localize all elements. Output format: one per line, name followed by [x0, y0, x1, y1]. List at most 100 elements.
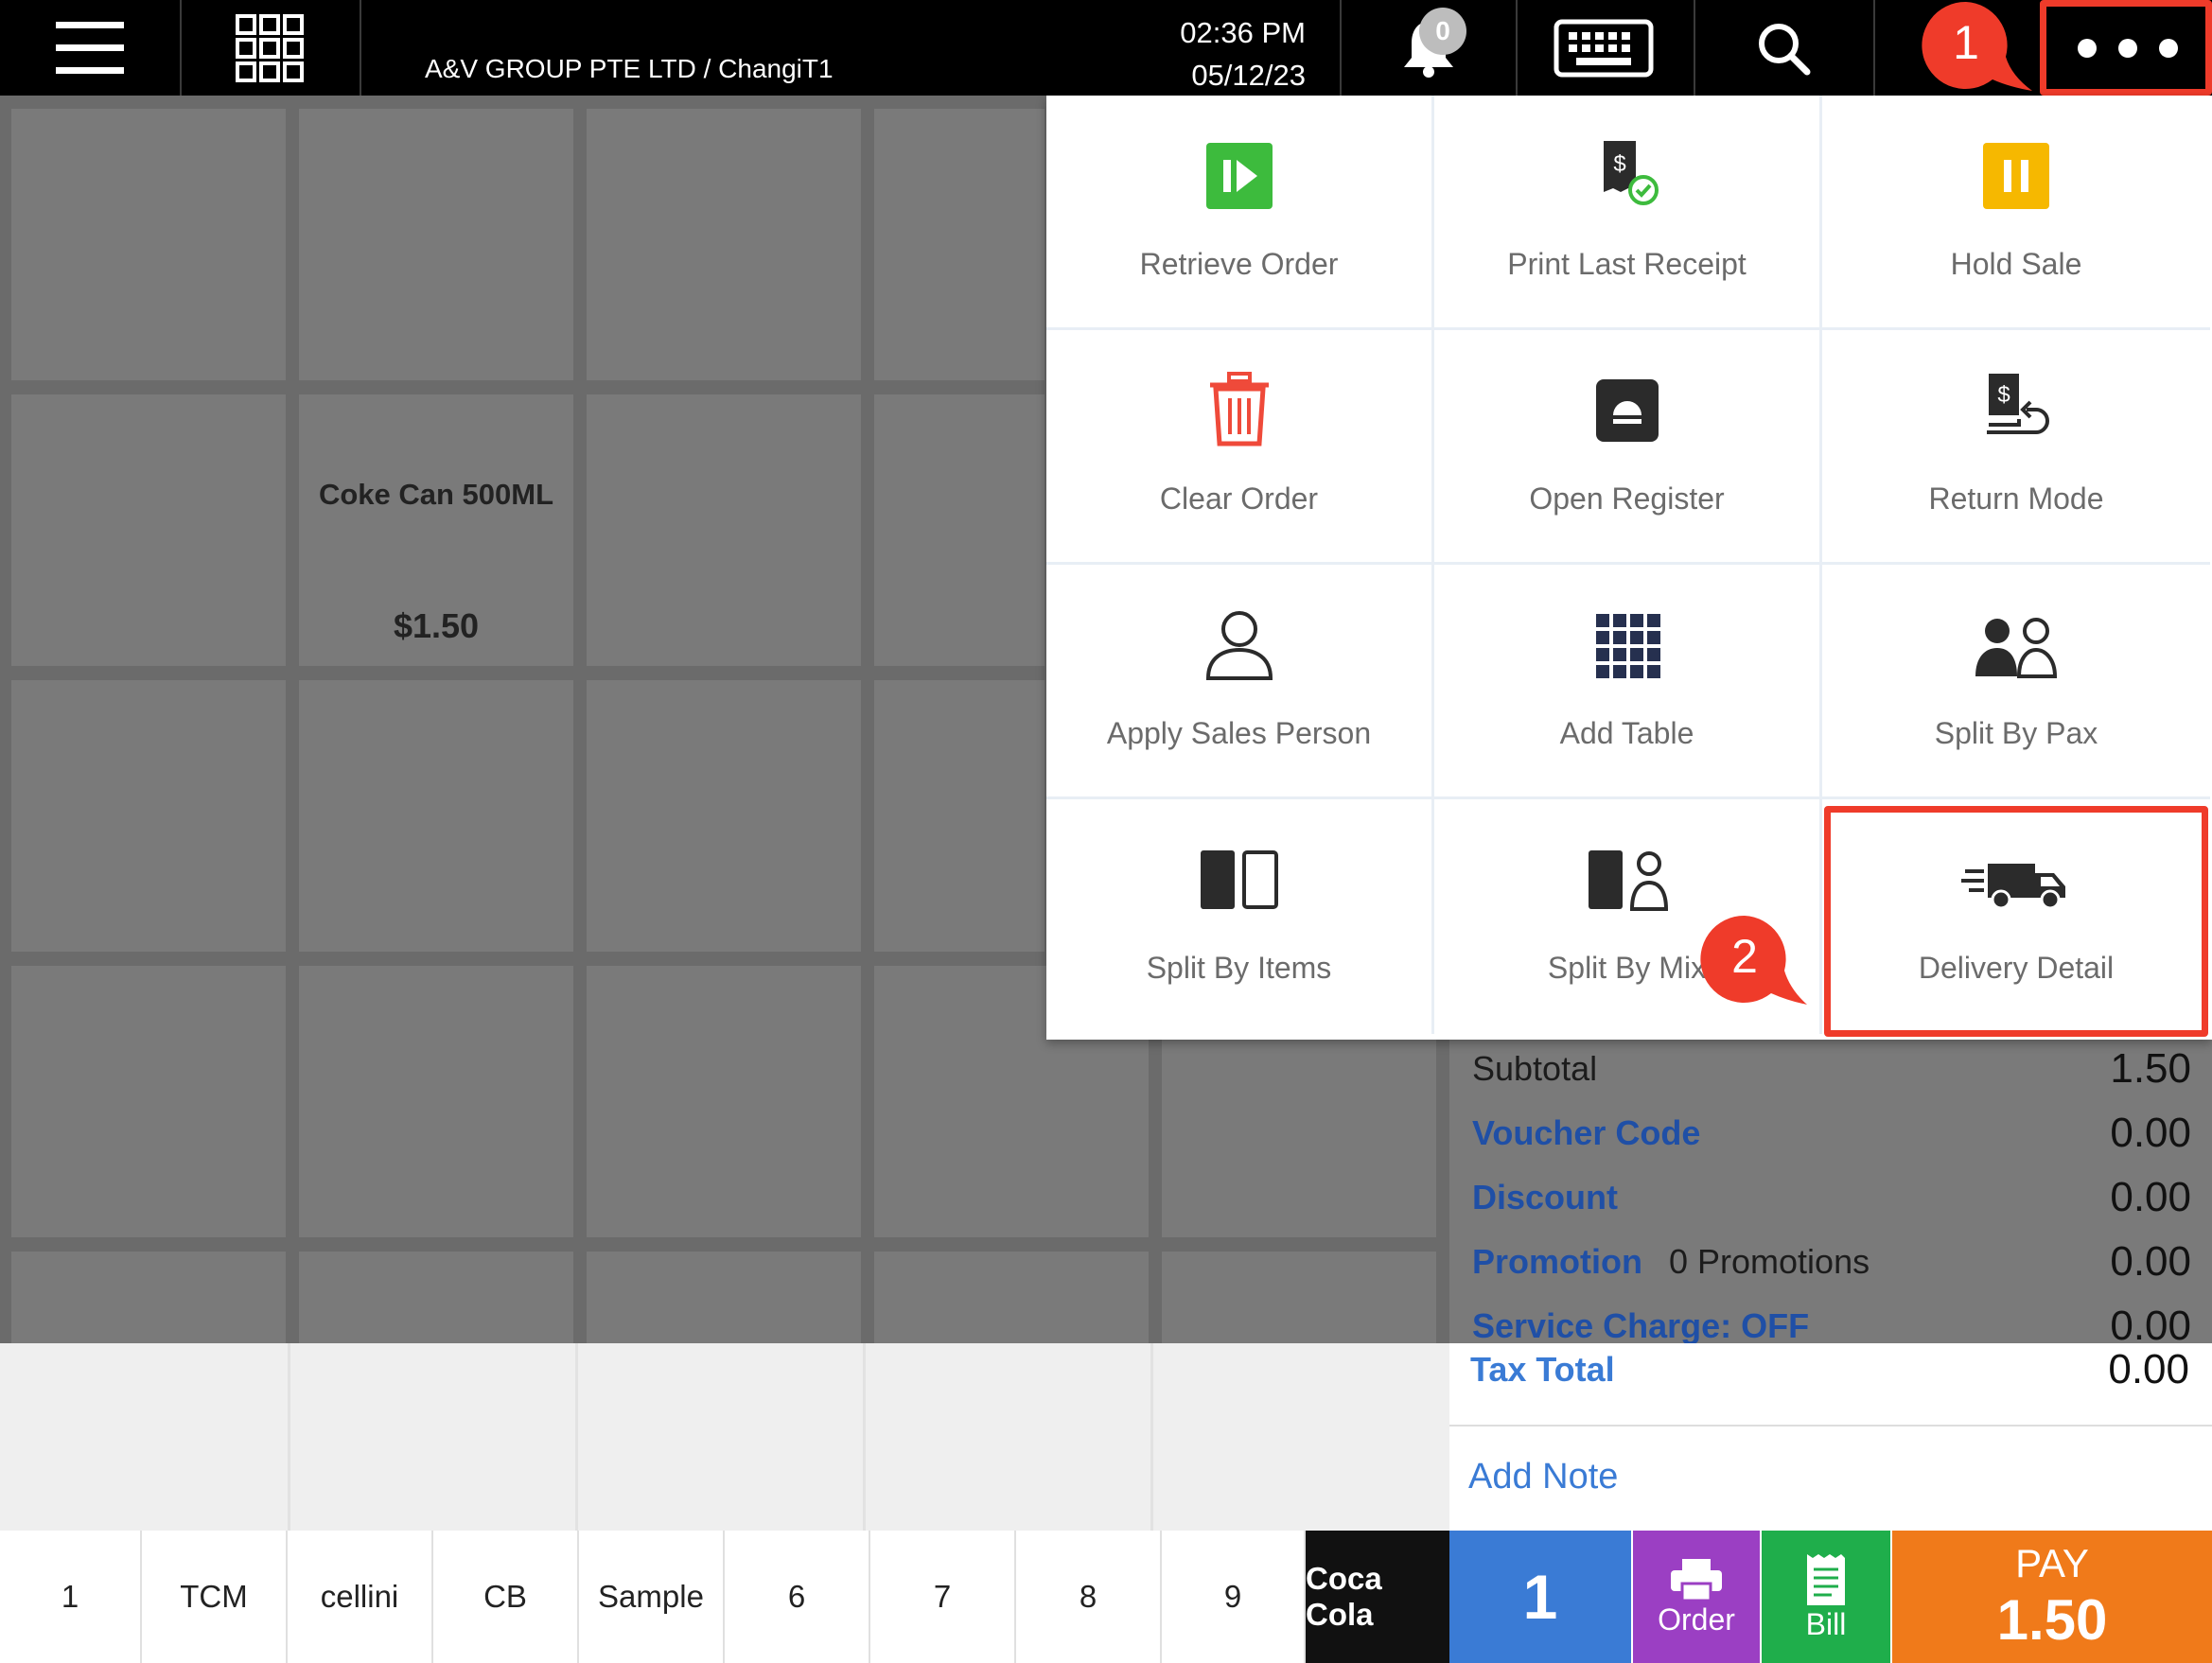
tax-note-panel: Tax Total 0.00 [1449, 1343, 2212, 1531]
subtotal-value: 1.50 [2110, 1045, 2191, 1092]
category-tab[interactable]: 6 [725, 1531, 870, 1663]
product-tile[interactable] [587, 966, 861, 1237]
promotion-count: 0 Promotions [1669, 1242, 1870, 1281]
hamburger-menu-button[interactable] [0, 0, 182, 96]
product-price: $1.50 [393, 606, 480, 645]
menu-item-apply-sales-person[interactable]: Apply Sales Person [1046, 565, 1434, 799]
product-tile[interactable] [874, 680, 1045, 952]
product-tile[interactable] [299, 966, 573, 1237]
menu-label: Print Last Receipt [1507, 247, 1747, 281]
menu-item-return-mode[interactable]: $ Return Mode [1822, 330, 2210, 565]
discount-row: Discount 0.00 [1472, 1171, 2191, 1224]
tax-total-link[interactable]: Tax Total [1470, 1350, 1615, 1390]
category-tab[interactable]: 9 [1162, 1531, 1306, 1663]
product-tile[interactable] [587, 394, 861, 666]
add-note-link[interactable]: Add Note [1468, 1457, 1618, 1497]
keyboard-button[interactable] [1514, 0, 1695, 96]
product-tile[interactable] [11, 680, 286, 952]
menu-label: Return Mode [1928, 481, 2104, 516]
service-charge-link[interactable]: Service Charge: OFF [1472, 1306, 1809, 1346]
register-icon [1595, 379, 1659, 442]
annotation-box-more [2040, 0, 2212, 96]
order-label: Order [1658, 1602, 1735, 1637]
keyboard-icon [1554, 19, 1654, 77]
datetime: 02:36 PM 05/12/23 [1135, 11, 1306, 96]
subtotal-row: Subtotal 1.50 [1472, 1042, 2191, 1095]
annotation-box-delivery [1824, 806, 2208, 1037]
order-button[interactable]: Order [1633, 1531, 1762, 1663]
menu-item-clear-order[interactable]: Clear Order [1046, 330, 1434, 565]
promotion-row: Promotion 0 Promotions 0.00 [1472, 1235, 2191, 1288]
top-bar: A&V GROUP PTE LTD / ChangiT1 02:36 PM 05… [0, 0, 2212, 96]
svg-text:$: $ [1613, 151, 1625, 177]
product-tile[interactable] [299, 1252, 573, 1346]
bill-button[interactable]: Bill [1762, 1531, 1892, 1663]
promotion-link[interactable]: Promotion [1472, 1242, 1642, 1281]
subtotal-label: Subtotal [1472, 1049, 1598, 1088]
menu-item-add-table[interactable]: Add Table [1434, 565, 1822, 799]
product-tile[interactable] [299, 680, 573, 952]
product-tile[interactable] [587, 1252, 861, 1346]
notification-badge: 0 [1419, 8, 1466, 55]
menu-item-hold-sale[interactable]: Hold Sale [1822, 96, 2210, 330]
menu-label: Split By Items [1146, 951, 1332, 985]
product-tile[interactable] [299, 109, 573, 380]
pay-label: PAY [2015, 1541, 2089, 1585]
menu-label: Clear Order [1159, 481, 1319, 516]
discount-link[interactable]: Discount [1472, 1178, 1618, 1217]
pay-button[interactable]: PAY 1.50 [1892, 1531, 2212, 1663]
product-tile[interactable] [11, 109, 286, 380]
callout-1: 1 [1919, 0, 2032, 95]
category-tab[interactable]: TCM [142, 1531, 288, 1663]
menu-item-split-by-pax[interactable]: Split By Pax [1822, 565, 2210, 799]
split-mix-icon [1588, 850, 1668, 911]
menu-item-retrieve-order[interactable]: Retrieve Order [1046, 96, 1434, 330]
category-tab[interactable]: 7 [870, 1531, 1016, 1663]
discount-value: 0.00 [2110, 1174, 2191, 1220]
category-tab[interactable]: Sample [579, 1531, 725, 1663]
product-tile[interactable] [587, 680, 861, 952]
product-tile[interactable] [11, 1252, 286, 1346]
company-name: A&V GROUP PTE LTD / ChangiT1 [425, 54, 834, 83]
tax-total-value: 0.00 [2108, 1346, 2189, 1392]
menu-item-print-last-receipt[interactable]: $ Print Last Receipt [1434, 96, 1822, 330]
category-tab[interactable]: CB [433, 1531, 579, 1663]
bill-label: Bill [1805, 1606, 1847, 1641]
category-tab[interactable]: 8 [1016, 1531, 1162, 1663]
bottom-bar: 1 TCM cellini CB Sample 6 7 8 9 Coca Col… [0, 1531, 2212, 1663]
trash-icon [1209, 372, 1269, 446]
product-tile[interactable] [11, 966, 286, 1237]
category-tab-active[interactable]: Coca Cola [1306, 1531, 1449, 1663]
menu-label: Hold Sale [1950, 247, 2082, 281]
printer-icon [1671, 1558, 1722, 1602]
voucher-code-link[interactable]: Voucher Code [1472, 1113, 1700, 1153]
menu-icon [56, 21, 124, 74]
product-tile[interactable] [874, 109, 1045, 380]
voucher-row: Voucher Code 0.00 [1472, 1107, 2191, 1160]
product-tile[interactable] [11, 394, 286, 666]
retrieve-order-icon [1205, 143, 1273, 209]
voucher-value: 0.00 [2110, 1110, 2191, 1156]
split-pax-icon [1975, 618, 2058, 678]
product-tile[interactable] [874, 394, 1045, 666]
product-tile-coke[interactable]: Coke Can 500ML $1.50 [299, 394, 573, 666]
category-tab[interactable]: 1 [0, 1531, 142, 1663]
person-icon [1205, 611, 1273, 680]
pay-amount: 1.50 [1996, 1588, 2108, 1652]
quantity-button[interactable]: 1 [1449, 1531, 1633, 1663]
grid-empty-area [0, 1343, 1449, 1531]
product-tile[interactable] [587, 109, 861, 380]
return-icon: $ [1987, 374, 2049, 434]
menu-item-split-by-items[interactable]: Split By Items [1046, 799, 1434, 1034]
category-tab[interactable]: cellini [288, 1531, 433, 1663]
menu-label: Add Table [1559, 716, 1694, 750]
product-tile[interactable] [1162, 1252, 1436, 1346]
promotion-value: 0.00 [2110, 1238, 2191, 1285]
time-text: 02:36 PM [1180, 16, 1306, 49]
product-tile[interactable] [874, 1252, 1149, 1346]
tax-row: Tax Total 0.00 [1470, 1343, 2189, 1396]
apps-grid-button[interactable] [180, 0, 361, 96]
menu-item-open-register[interactable]: Open Register [1434, 330, 1822, 565]
search-button[interactable] [1694, 0, 1875, 96]
menu-label: Open Register [1529, 481, 1725, 516]
